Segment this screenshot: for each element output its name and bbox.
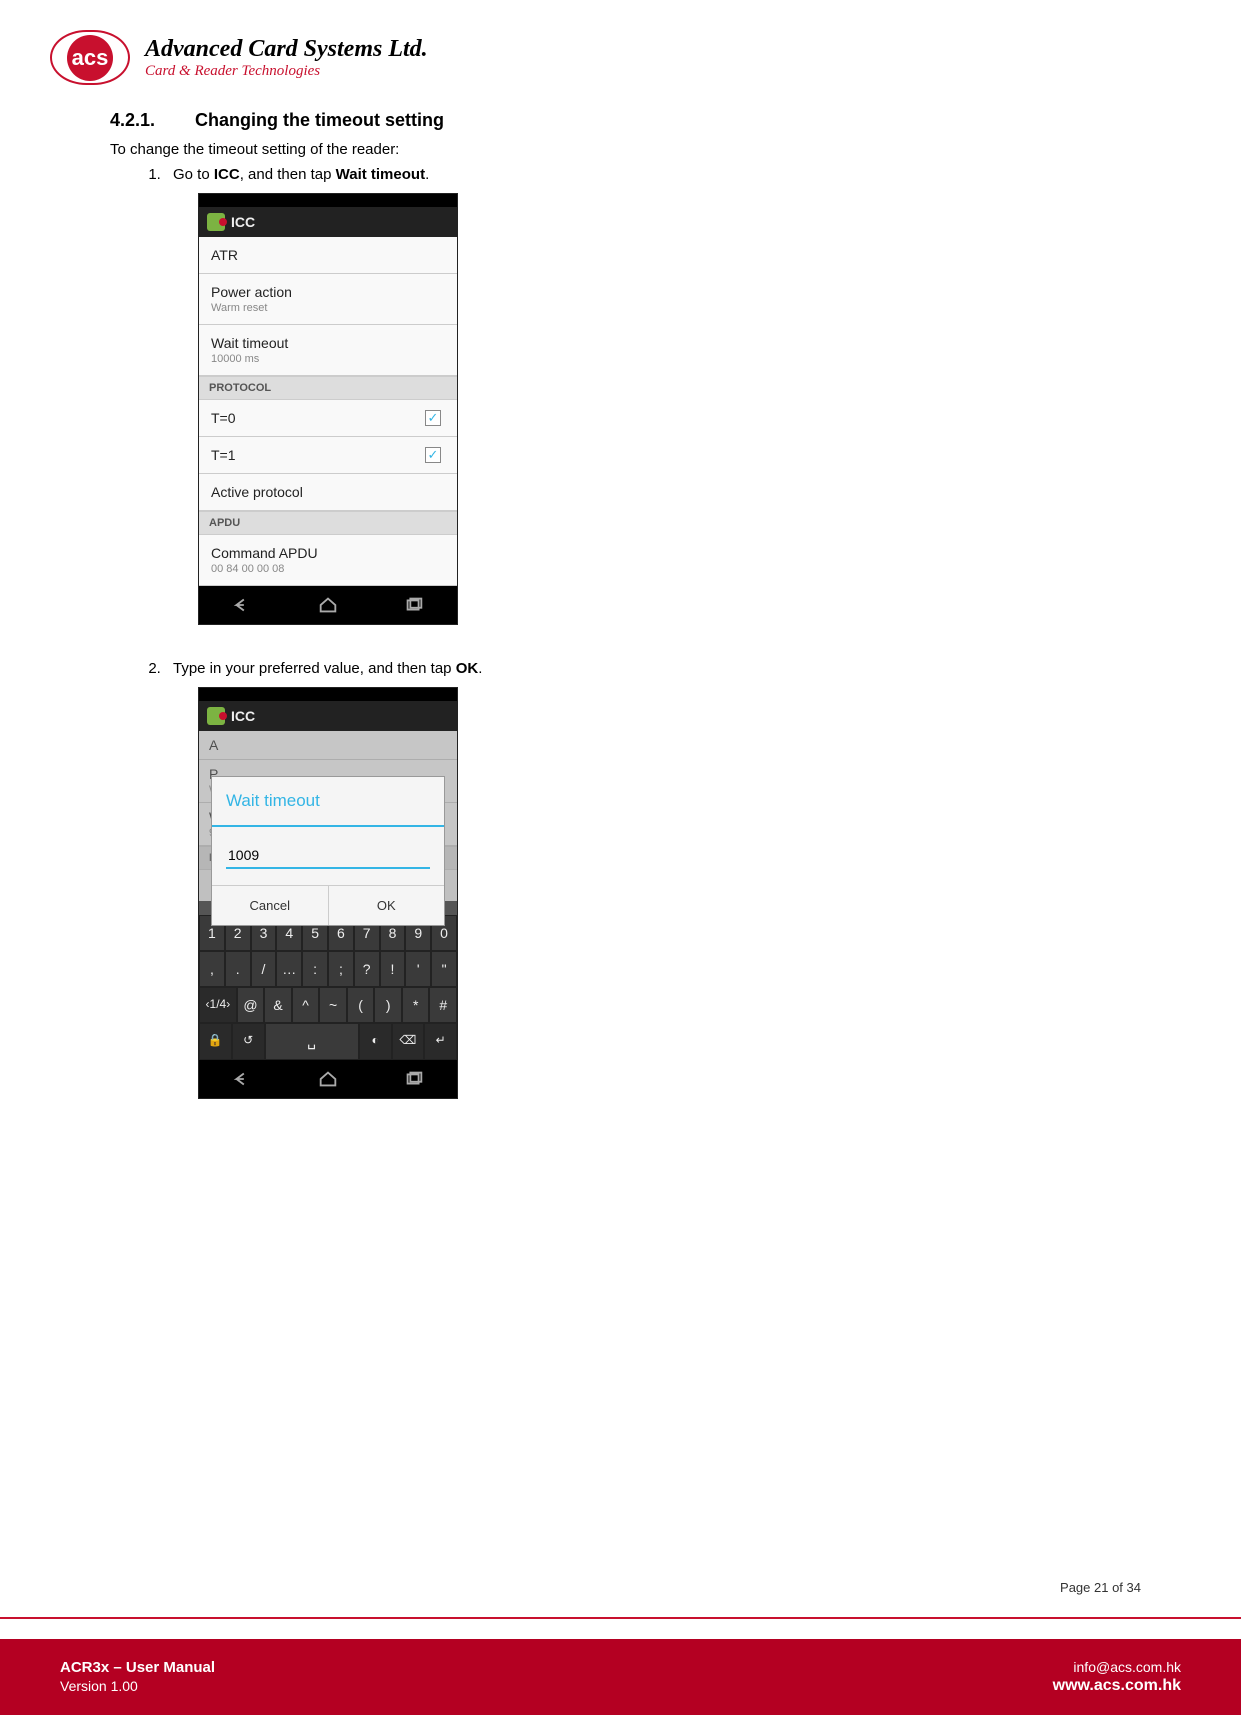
logo-tagline: Card & Reader Technologies [145,63,428,80]
logo-badge-text: acs [67,35,113,81]
android-navbar [199,586,457,624]
wait-timeout-dialog: Wait timeout Cancel OK [211,776,445,926]
key-~[interactable]: ~ [320,988,346,1022]
section-title: Changing the timeout setting [195,110,444,130]
row-active-protocol[interactable]: Active protocol [199,474,457,511]
key-‹1/4›[interactable]: ‹1/4› [200,988,236,1022]
key-,[interactable]: , [200,952,224,986]
checkbox-checked-icon[interactable]: ✓ [425,447,441,463]
key-;[interactable]: ; [329,952,353,986]
back-icon[interactable] [231,1068,253,1090]
key-delete[interactable]: ⌫ [393,1024,424,1059]
row-command-apdu[interactable]: Command APDU00 84 00 00 08 [199,535,457,586]
company-logo: acs Advanced Card Systems Ltd. Card & Re… [50,30,1191,85]
key-lock[interactable]: 🔒 [200,1024,231,1059]
logo-company-name: Advanced Card Systems Ltd. [145,36,428,63]
footer-url: www.acs.com.hk [1053,1677,1181,1695]
step-2: Type in your preferred value, and then t… [165,660,1110,1099]
app-titlebar: ICC [199,701,457,731]
step-1: Go to ICC, and then tap Wait timeout. IC… [165,166,1110,625]
section-header-protocol: PROTOCOL [199,376,457,400]
section-header-apdu: APDU [199,511,457,535]
key-#[interactable]: # [430,988,456,1022]
key-'[interactable]: ' [406,952,430,986]
android-navbar [199,1060,457,1098]
key-:[interactable]: : [303,952,327,986]
key-([interactable]: ( [348,988,374,1022]
app-titlebar: ICC [199,207,457,237]
key-enter[interactable]: ↵ [425,1024,456,1059]
key-*[interactable]: * [403,988,429,1022]
checkbox-checked-icon[interactable]: ✓ [425,410,441,426]
app-title: ICC [231,708,255,724]
key-.[interactable]: . [226,952,250,986]
recent-icon[interactable] [403,594,425,616]
key-&[interactable]: & [265,988,291,1022]
key-![interactable]: ! [381,952,405,986]
footer-version: Version 1.00 [60,1678,215,1694]
row-atr[interactable]: ATR [199,237,457,274]
soft-keyboard: 1234567890 ,./…:;?!'" ‹1/4›@&^~()*# 🔒 ↺ … [199,915,457,1060]
section-heading: 4.2.1. Changing the timeout setting [110,110,1110,131]
key-…[interactable]: … [277,952,301,986]
footer-doc-title: ACR3x – User Manual [60,1659,215,1676]
key-?[interactable]: ? [355,952,379,986]
timeout-input[interactable] [226,843,430,869]
screenshot-icc-list: ICC ATR Power actionWarm reset Wait time… [198,193,458,625]
intro-text: To change the timeout setting of the rea… [110,141,1110,158]
back-icon[interactable] [231,594,253,616]
cancel-button[interactable]: Cancel [212,886,328,925]
key-"[interactable]: " [432,952,456,986]
app-icon [207,707,225,725]
key-undo[interactable]: ↺ [233,1024,264,1059]
key-@[interactable]: @ [238,988,264,1022]
footer-email: info@acs.com.hk [1053,1659,1181,1675]
page-number: Page 21 of 34 [1060,1580,1141,1595]
section-number: 4.2.1. [110,110,190,131]
page-footer: ACR3x – User Manual Version 1.00 info@ac… [0,1617,1241,1715]
recent-icon[interactable] [403,1068,425,1090]
row-t1[interactable]: T=1✓ [199,437,457,474]
key-/[interactable]: / [252,952,276,986]
ok-button[interactable]: OK [328,886,445,925]
app-title: ICC [231,214,255,230]
row-t0[interactable]: T=0✓ [199,400,457,437]
home-icon[interactable] [317,594,339,616]
dialog-title: Wait timeout [212,777,444,827]
key-^[interactable]: ^ [293,988,319,1022]
row-wait-timeout[interactable]: Wait timeout10000 ms [199,325,457,376]
row-power-action[interactable]: Power actionWarm reset [199,274,457,325]
key-mic[interactable]: ◐ [360,1024,391,1059]
home-icon[interactable] [317,1068,339,1090]
key-space[interactable]: ␣ [266,1024,358,1059]
key-)[interactable]: ) [375,988,401,1022]
app-icon [207,213,225,231]
screenshot-dialog-keyboard: ICC A PW W99 PROTOCOL Wait timeout [198,687,458,1099]
